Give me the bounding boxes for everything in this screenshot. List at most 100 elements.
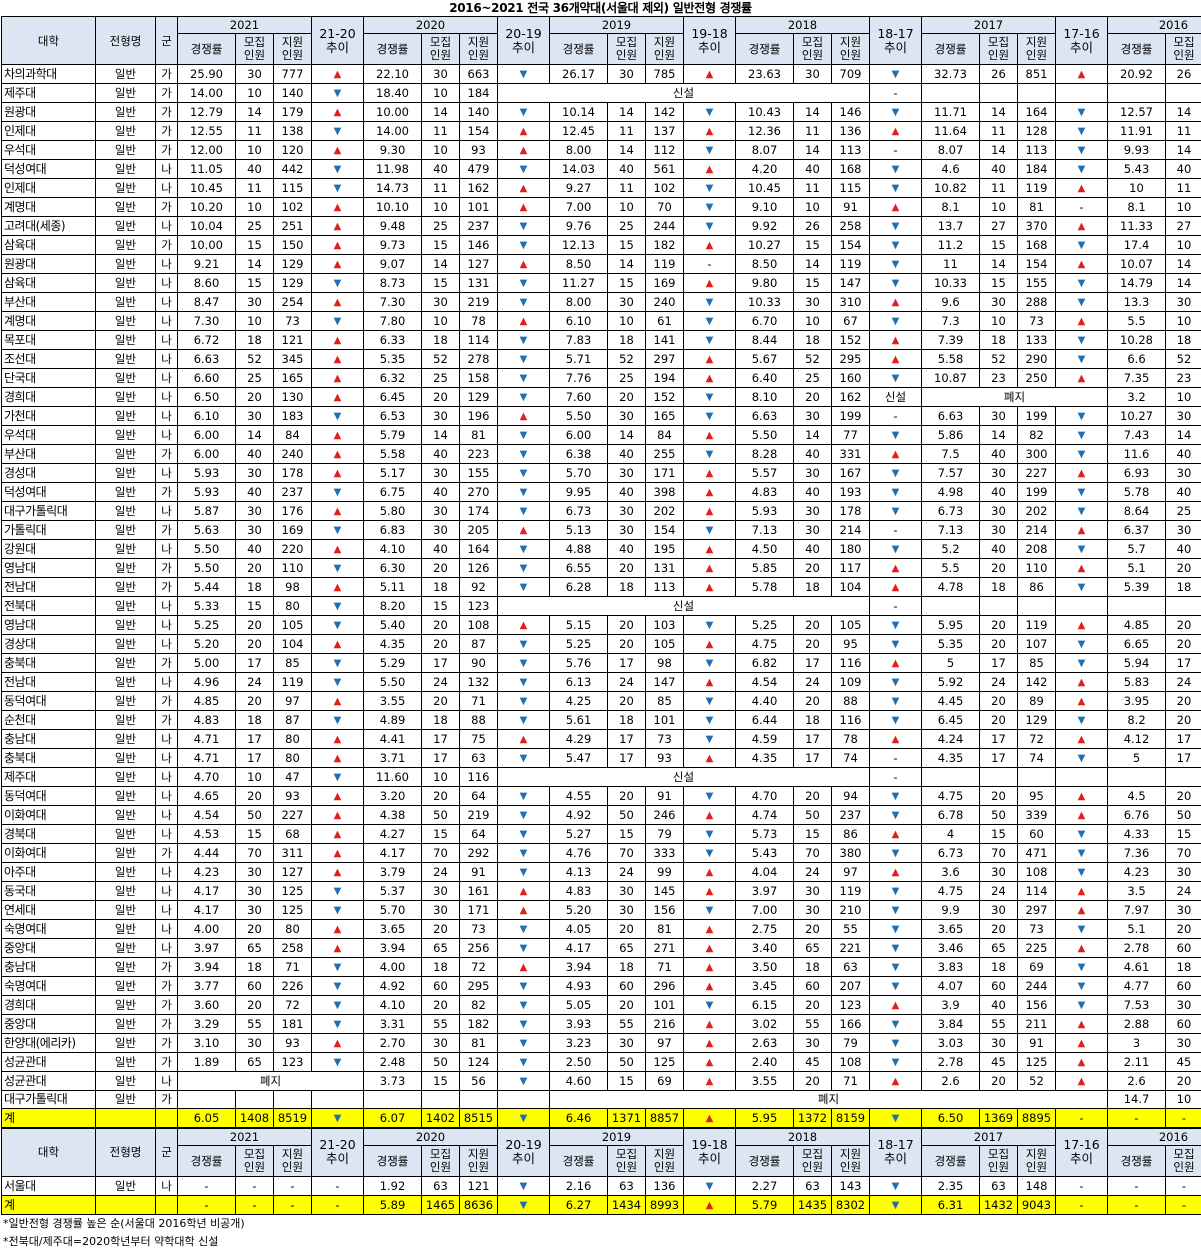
value-cell: 일반 — [96, 882, 156, 901]
trend-cell: ▲ — [1056, 882, 1108, 901]
trend-cell: - — [1056, 1195, 1108, 1214]
status-cell: 신설 — [498, 84, 870, 103]
value-cell: 237 — [832, 806, 870, 825]
value-cell: 4.83 — [550, 882, 608, 901]
trend-cell: ▲ — [498, 122, 550, 141]
arrow-up-icon: ▲ — [520, 126, 528, 137]
trend-cell: - — [684, 255, 736, 274]
univ-name: 차의과학대 — [2, 65, 96, 84]
value-cell: 78 — [832, 730, 870, 749]
value-cell — [274, 1091, 312, 1109]
value-cell: 14 — [980, 255, 1018, 274]
value-cell: 2.6 — [922, 1072, 980, 1091]
arrow-down-icon: ▼ — [520, 392, 528, 403]
value-cell: 20 — [422, 920, 460, 939]
trend-cell: ▼ — [1056, 578, 1108, 597]
trend-cell: ▲ — [498, 616, 550, 635]
header-quota: 모집 인원 — [608, 1145, 646, 1176]
value-cell: 5.83 — [1108, 673, 1166, 692]
trend-cell: ▼ — [498, 103, 550, 122]
value-cell: 7.83 — [550, 331, 608, 350]
arrow-down-icon: ▼ — [1078, 107, 1086, 118]
trend-cell: ▲ — [870, 350, 922, 369]
value-cell: 7.35 — [1108, 369, 1166, 388]
value-cell: 나 — [156, 673, 178, 692]
trend-cell: ▲ — [312, 426, 364, 445]
trend-cell: ▲ — [312, 825, 364, 844]
header-apply: 지원 인원 — [460, 34, 498, 65]
value-cell: 나 — [156, 825, 178, 844]
value-cell: 169 — [646, 274, 684, 293]
value-cell: 68 — [274, 825, 312, 844]
univ-name: 숙명여대 — [2, 920, 96, 939]
value-cell: 30 — [608, 502, 646, 521]
trend-cell: ▼ — [870, 179, 922, 198]
value-cell: 6.27 — [550, 1195, 608, 1214]
univ-name: 서울대 — [2, 1176, 96, 1195]
value-cell: 5.25 — [550, 635, 608, 654]
table-row: 경희대일반나6.5020130▲6.4520129▼7.6020152▼8.10… — [2, 388, 1201, 407]
value-cell: 40 — [980, 160, 1018, 179]
value-cell: 14 — [608, 141, 646, 160]
table-row: 원광대일반나9.2114129▲9.0714127▲8.5014119-8.50… — [2, 255, 1201, 274]
value-cell: 15 — [794, 825, 832, 844]
table-row: 동덕여대일반가4.852097▲3.552071▼4.252085▼4.4020… — [2, 692, 1201, 711]
trend-cell: ▼ — [312, 673, 364, 692]
value-cell: 5.78 — [736, 578, 794, 597]
trend-cell: - — [1056, 1176, 1108, 1195]
univ-name: 중앙대 — [2, 1015, 96, 1034]
value-cell: 15 — [794, 236, 832, 255]
value-cell: 1372 — [794, 1108, 832, 1127]
arrow-down-icon: ▼ — [706, 829, 714, 840]
value-cell: 5.50 — [178, 559, 236, 578]
value-cell: 12.36 — [736, 122, 794, 141]
value-cell: 60 — [980, 977, 1018, 996]
value-cell: 91 — [460, 863, 498, 882]
trend-cell: ▼ — [870, 692, 922, 711]
value-cell: 30 — [794, 1034, 832, 1053]
value-cell: 6.00 — [178, 445, 236, 464]
value-cell: 20 — [608, 388, 646, 407]
value-cell: 11.71 — [922, 103, 980, 122]
value-cell: 24 — [422, 863, 460, 882]
value-cell: 일반 — [96, 502, 156, 521]
header-trend: 20-19 추이 — [498, 17, 550, 65]
value-cell: 154 — [832, 236, 870, 255]
trend-cell: ▼ — [312, 274, 364, 293]
table-row: 부산대일반나8.4730254▲7.3030219▼8.0030240▼10.3… — [2, 293, 1201, 312]
value-cell: 71 — [460, 692, 498, 711]
value-cell: 일반 — [96, 160, 156, 179]
value-cell: 5.93 — [736, 502, 794, 521]
value-cell: 70 — [980, 844, 1018, 863]
value-cell — [1018, 768, 1056, 787]
value-cell: 14 — [794, 141, 832, 160]
trend-cell: ▼ — [312, 312, 364, 331]
value-cell: 30 — [608, 901, 646, 920]
value-cell: 442 — [274, 160, 312, 179]
value-cell: 152 — [646, 388, 684, 407]
value-cell: 110 — [274, 559, 312, 578]
value-cell: 87 — [460, 635, 498, 654]
value-cell: 7.53 — [1108, 996, 1166, 1015]
value-cell: 14.00 — [364, 122, 422, 141]
value-cell: 5.71 — [550, 350, 608, 369]
value-cell: 123 — [274, 1053, 312, 1072]
value-cell: 17 — [236, 654, 274, 673]
value-cell: 8159 — [832, 1108, 870, 1127]
trend-cell: ▼ — [498, 673, 550, 692]
value-cell: 117 — [832, 559, 870, 578]
arrow-down-icon: ▼ — [892, 1057, 900, 1068]
arrow-down-icon: ▼ — [520, 791, 528, 802]
value-cell: 10.87 — [922, 369, 980, 388]
value-cell: 3.10 — [178, 1034, 236, 1053]
arrow-up-icon: ▲ — [334, 582, 342, 593]
value-cell: 가 — [156, 84, 178, 103]
univ-name: 이화여대 — [2, 806, 96, 825]
value-cell: 60 — [1018, 825, 1056, 844]
value-cell: 98 — [646, 654, 684, 673]
header-ratio: 경쟁률 — [922, 1145, 980, 1176]
trend-cell: ▲ — [498, 312, 550, 331]
arrow-down-icon: ▼ — [892, 544, 900, 555]
value-cell: 24 — [608, 673, 646, 692]
arrow-down-icon: ▼ — [334, 962, 342, 973]
